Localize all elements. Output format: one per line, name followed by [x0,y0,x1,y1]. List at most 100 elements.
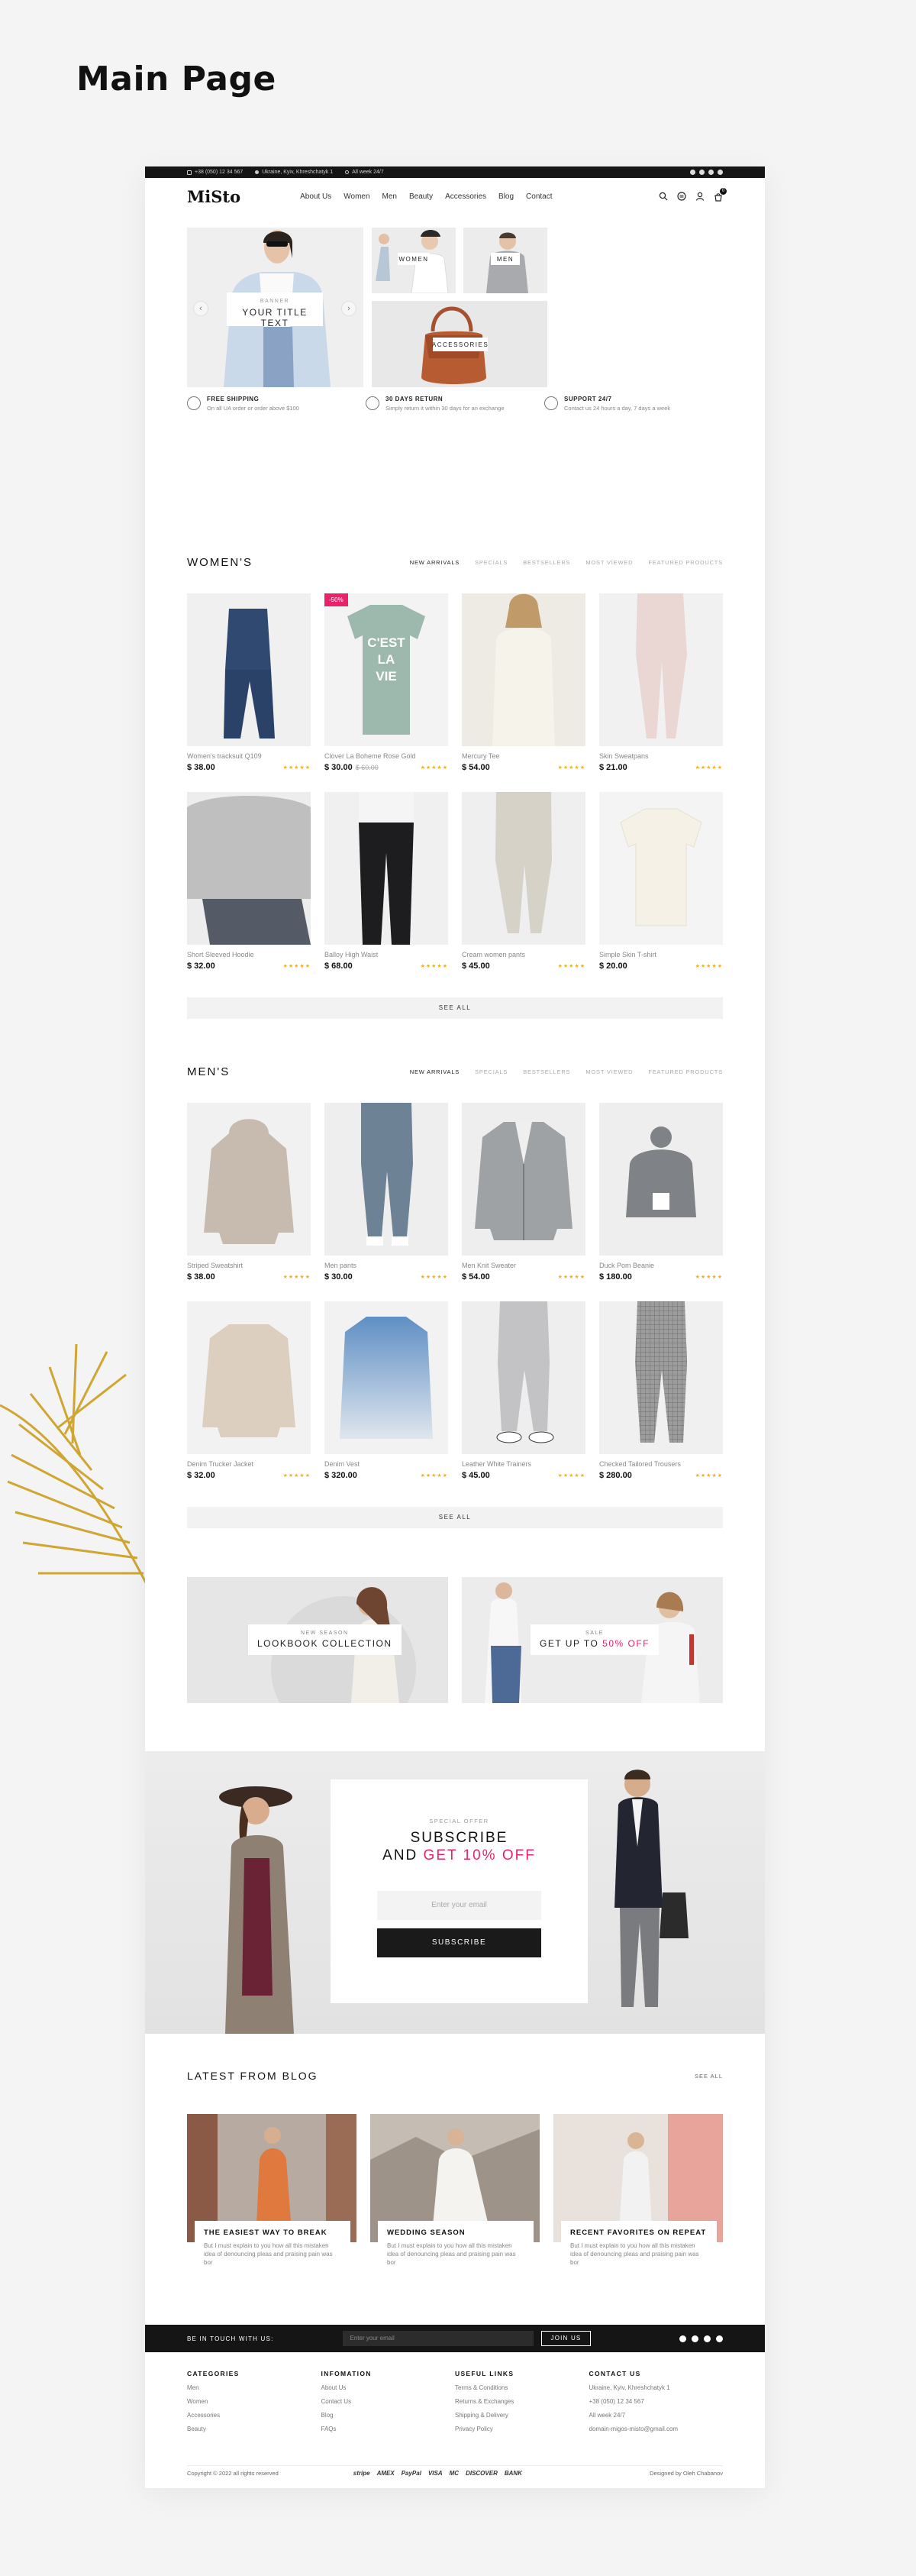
tab-featured-products[interactable]: FEATURED PRODUCTS [648,559,723,566]
product-card[interactable]: Leather White Trainers $ 45.00 ★★★★★ [462,1301,585,1485]
sale-promo[interactable]: SALE GET UP TO 50% OFF [462,1577,723,1703]
product-name[interactable]: Leather White Trainers [462,1460,585,1468]
product-image[interactable] [324,792,448,945]
product-name[interactable]: Mercury Tee [462,752,585,760]
nav-men[interactable]: Men [382,192,397,201]
product-card[interactable]: Men Knit Sweater $ 54.00 ★★★★★ [462,1103,585,1287]
product-card[interactable]: Men pants $ 30.00 ★★★★★ [324,1103,448,1287]
product-card[interactable]: Cream women pants $ 45.00 ★★★★★ [462,792,585,976]
blog-post-title[interactable]: RECENT FAVORITES ON REPEAT [570,2229,708,2237]
tab-most-viewed[interactable]: MOST VIEWED [585,559,633,566]
product-name[interactable]: Women's tracksuit Q109 [187,752,311,760]
men-see-all-button[interactable]: SEE ALL [187,1507,723,1528]
product-image[interactable] [187,1301,311,1454]
instagram-icon[interactable] [704,2335,711,2342]
product-image[interactable] [324,1301,448,1454]
hero-banner-slider[interactable]: ‹ › BANNER YOUR TITLE TEXT [187,228,363,387]
footer-link[interactable]: Contact Us [321,2398,456,2405]
tab-specials[interactable]: SPECIALS [475,1068,508,1075]
product-card[interactable]: Denim Vest $ 320.00 ★★★★★ [324,1301,448,1485]
blog-see-all-link[interactable]: SEE ALL [695,2073,723,2080]
footer-link[interactable]: Privacy Policy [455,2426,589,2432]
footer-link[interactable]: Beauty [187,2426,321,2432]
nav-accessories[interactable]: Accessories [445,192,486,201]
product-image[interactable] [462,1103,585,1256]
footer-phone[interactable]: +38 (050) 12 34 567 [589,2398,724,2405]
blog-post-card[interactable]: WEDDING SEASON But I must explain to you … [370,2114,540,2283]
product-name[interactable]: Clover La Boheme Rose Gold [324,752,448,760]
product-image[interactable] [462,593,585,746]
nav-blog[interactable]: Blog [498,192,514,201]
blog-post-title[interactable]: WEDDING SEASON [387,2229,524,2237]
nav-about-us[interactable]: About Us [300,192,331,201]
product-name[interactable]: Men Knit Sweater [462,1262,585,1269]
footer-link[interactable]: Terms & Conditions [455,2384,589,2391]
facebook-icon[interactable] [679,2335,686,2342]
blog-post-card[interactable]: RECENT FAVORITES ON REPEAT But I must exp… [553,2114,723,2283]
footer-email[interactable]: domain-migos-misto@gmail.com [589,2426,724,2432]
join-us-button[interactable]: JOIN US [540,2331,592,2346]
product-image[interactable] [187,593,311,746]
footer-link[interactable]: Men [187,2384,321,2391]
product-name[interactable]: Denim Trucker Jacket [187,1460,311,1468]
tab-bestsellers[interactable]: BESTSELLERS [523,1068,570,1075]
tab-bestsellers[interactable]: BESTSELLERS [523,559,570,566]
pinterest-icon[interactable] [716,2335,723,2342]
product-name[interactable]: Cream women pants [462,951,585,958]
user-icon[interactable] [695,192,705,201]
twitter-icon[interactable] [692,2335,698,2342]
nav-beauty[interactable]: Beauty [409,192,433,201]
blog-post-card[interactable]: THE EASIEST WAY TO BREAK But I must expla… [187,2114,356,2283]
logo[interactable]: MiSto [187,187,240,206]
product-image[interactable] [599,1301,723,1454]
footer-link[interactable]: FAQs [321,2426,456,2432]
nav-contact[interactable]: Contact [526,192,552,201]
women-category-tile[interactable]: WOMEN [372,228,456,293]
product-name[interactable]: Balloy High Waist [324,951,448,958]
product-card[interactable]: Mercury Tee $ 54.00 ★★★★★ [462,593,585,777]
tab-new-arrivals[interactable]: NEW ARRIVALS [410,1068,460,1075]
men-category-tile[interactable]: MEN [463,228,547,293]
women-see-all-button[interactable]: SEE ALL [187,997,723,1019]
product-image[interactable] [187,792,311,945]
blog-post-title[interactable]: THE EASIEST WAY TO BREAK [204,2229,341,2237]
product-image[interactable] [187,1103,311,1256]
facebook-icon[interactable] [690,170,695,175]
footer-link[interactable]: Shipping & Delivery [455,2412,589,2419]
search-icon[interactable] [659,192,668,201]
product-name[interactable]: Skin Sweatpans [599,752,723,760]
pinterest-icon[interactable] [718,170,723,175]
compare-icon[interactable] [677,192,686,201]
product-card[interactable]: Women's tracksuit Q109 $ 38.00 ★★★★★ [187,593,311,777]
product-name[interactable]: Short Sleeved Hoodie [187,951,311,958]
accessories-category-tile[interactable]: ACCESSORIES [372,301,547,387]
footer-link[interactable]: About Us [321,2384,456,2391]
product-card[interactable]: Denim Trucker Jacket $ 32.00 ★★★★★ [187,1301,311,1485]
product-image[interactable]: C'EST LA VIE -50% [324,593,448,746]
product-image[interactable] [599,1103,723,1256]
product-card[interactable]: Skin Sweatpans $ 21.00 ★★★★★ [599,593,723,777]
nav-women[interactable]: Women [344,192,369,201]
subscribe-button[interactable]: SUBSCRIBE [377,1928,541,1957]
product-image[interactable] [462,1301,585,1454]
product-image[interactable] [324,1103,448,1256]
tab-most-viewed[interactable]: MOST VIEWED [585,1068,633,1075]
cart-button[interactable]: 0 [714,188,727,202]
phone-info[interactable]: +38 (050) 12 34 567 [187,170,243,175]
product-card[interactable]: Striped Sweatshirt $ 38.00 ★★★★★ [187,1103,311,1287]
subscribe-email-input[interactable]: Enter your email [377,1891,541,1920]
product-image[interactable] [599,792,723,945]
product-card[interactable]: Checked Tailored Trousers $ 280.00 ★★★★★ [599,1301,723,1485]
product-card[interactable]: Simple Skin T-shirt $ 20.00 ★★★★★ [599,792,723,976]
twitter-icon[interactable] [699,170,705,175]
product-image[interactable] [462,792,585,945]
product-card[interactable]: Balloy High Waist $ 68.00 ★★★★★ [324,792,448,976]
product-name[interactable]: Striped Sweatshirt [187,1262,311,1269]
footer-link[interactable]: Women [187,2398,321,2405]
footer-link[interactable]: Returns & Exchanges [455,2398,589,2405]
instagram-icon[interactable] [708,170,714,175]
slider-next-button[interactable]: › [341,301,356,316]
newsletter-email-input[interactable]: Enter your email [342,2331,534,2346]
product-name[interactable]: Men pants [324,1262,448,1269]
tab-specials[interactable]: SPECIALS [475,559,508,566]
